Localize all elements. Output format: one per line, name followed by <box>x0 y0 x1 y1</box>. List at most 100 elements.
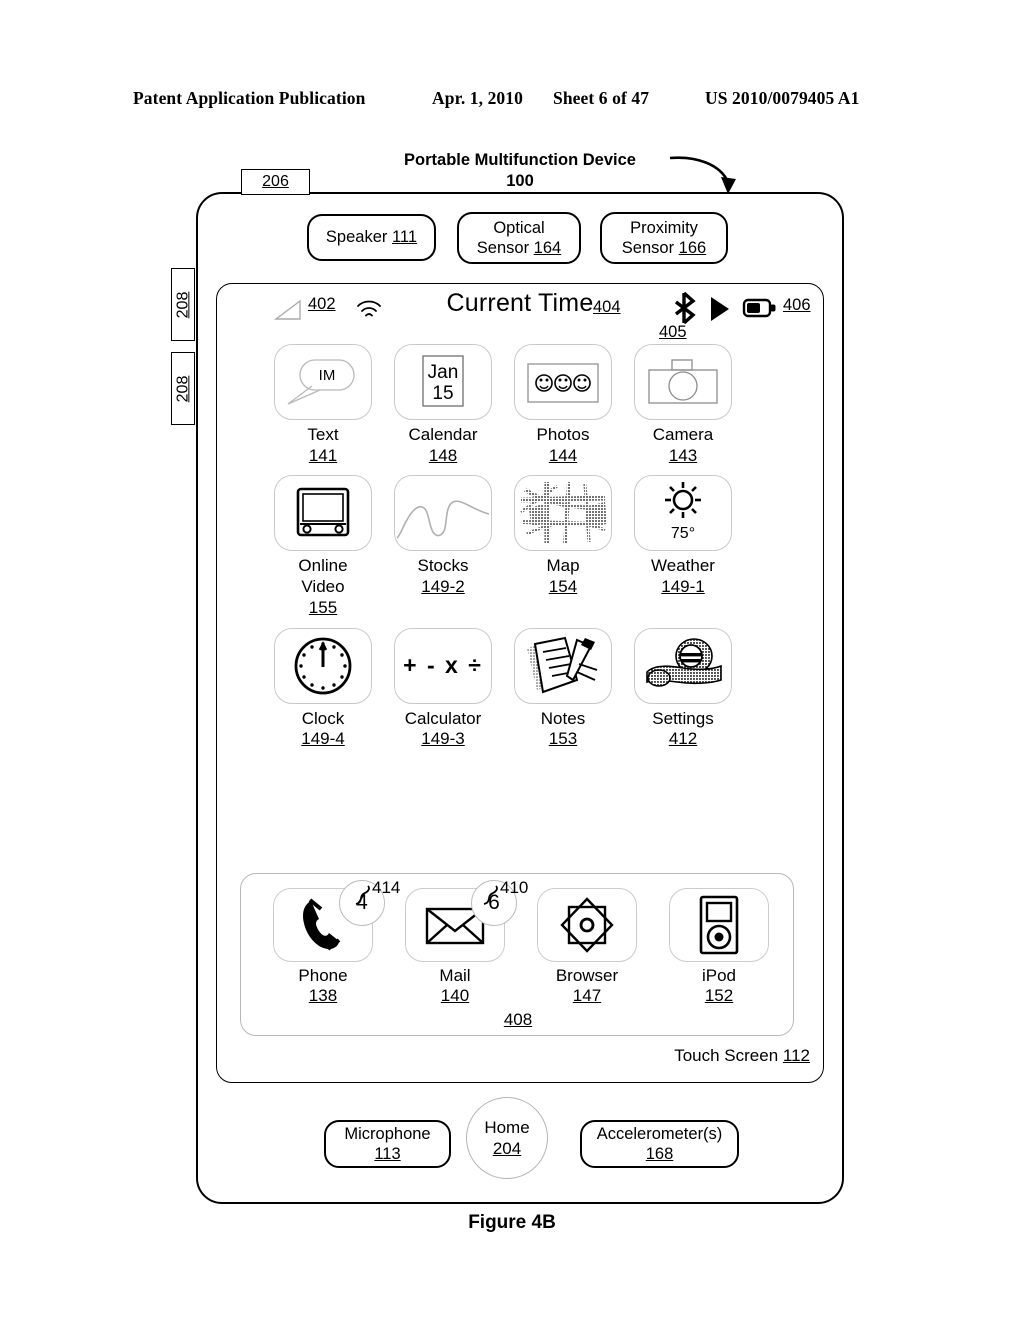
app-label-notes: Notes <box>540 708 586 728</box>
app-icon-weather[interactable]: 75° Weather 149-1 <box>624 475 742 618</box>
app-row-3: Clock 149-4 + - x ÷ Calculator 149-3 Not… <box>216 627 824 750</box>
app-row-1: IM Text 141 Jan 15 Calendar 148 Photos 1… <box>216 344 824 466</box>
dock-ref-408-label: 408 <box>503 1010 533 1029</box>
patent-date-label: Apr. 1, 2010 <box>432 88 523 108</box>
proximity-sensor-pill: Proximity Sensor 166 <box>600 212 728 264</box>
app-label-calendar: Calendar <box>408 425 478 444</box>
app-ref-photos: 144 <box>548 445 578 465</box>
speaker-label: Speaker <box>325 228 388 247</box>
app-row-2: Online Video 155 Stocks 149-2 Map 154 75… <box>216 475 824 618</box>
touch-screen-text: Touch Screen <box>674 1046 779 1065</box>
ref-box-208-top: 208 <box>171 268 195 341</box>
calculator-icon[interactable]: + - x ÷ <box>394 627 492 704</box>
app-icon-settings[interactable]: Settings 412 <box>624 627 742 750</box>
app-label-settings: Settings <box>652 708 714 728</box>
device-title-ref: 100 <box>506 172 534 191</box>
app-label-weather: Weather <box>651 556 715 576</box>
app-icon-online-video[interactable]: Online Video 155 <box>264 475 382 618</box>
touch-screen-ref: 112 <box>782 1046 810 1065</box>
badge-414-ref: 414 <box>372 878 401 897</box>
app-label-text: Text <box>307 425 339 444</box>
optical-sensor-pill: Optical Sensor 164 <box>457 212 581 264</box>
home-button-label: Home <box>484 1117 530 1137</box>
stocks-icon[interactable] <box>394 475 492 552</box>
touch-screen-label: Touch Screen 112 <box>600 1046 810 1066</box>
dock-ref-browser: 147 <box>572 986 602 1006</box>
proximity-sensor-ref: 166 <box>678 239 707 257</box>
ref-206-label: 206 <box>262 173 289 190</box>
bluetooth-icon <box>671 291 697 325</box>
device-title-line1: Portable Multifunction Device <box>404 151 636 169</box>
notes-icon[interactable] <box>514 627 612 704</box>
clock-icon[interactable] <box>274 627 372 704</box>
home-button-ref: 204 <box>492 1139 522 1158</box>
ref-box-208-bottom: 208 <box>171 352 195 425</box>
ref-208-top-label: 208 <box>174 291 192 318</box>
app-ref-weather: 149-1 <box>661 577 705 597</box>
browser-compass-icon[interactable] <box>537 888 637 962</box>
im-bubble-icon[interactable]: IM <box>274 344 372 420</box>
settings-tools-icon[interactable] <box>634 627 732 704</box>
weather-sun-icon[interactable]: 75° <box>634 475 732 552</box>
app-label-online-video-2: Video <box>301 577 345 597</box>
bluetooth-ref-405: 405 <box>659 323 687 341</box>
app-icon-text[interactable]: IM Text 141 <box>264 344 382 466</box>
optical-sensor-ref: 164 <box>533 239 562 257</box>
photos-icon[interactable] <box>514 344 612 420</box>
svg-text:15: 15 <box>432 383 453 404</box>
svg-text:Jan: Jan <box>428 362 459 383</box>
app-icon-map[interactable]: Map 154 <box>504 475 622 618</box>
app-ref-map: 154 <box>548 577 578 597</box>
camera-icon[interactable] <box>634 344 732 420</box>
dock-item-ipod[interactable]: iPod 152 <box>653 888 785 1007</box>
microphone-pill: Microphone 113 <box>324 1120 451 1168</box>
app-icon-clock[interactable]: Clock 149-4 <box>264 627 382 750</box>
current-time-ref-404: 404 <box>593 298 621 316</box>
app-icon-notes[interactable]: Notes 153 <box>504 627 622 750</box>
device-title: Portable Multifunction Device 100 <box>330 150 710 192</box>
app-icon-camera[interactable]: Camera 143 <box>624 344 742 466</box>
app-icon-stocks[interactable]: Stocks 149-2 <box>384 475 502 618</box>
dock-label-ipod: iPod <box>701 966 737 985</box>
map-icon[interactable] <box>514 475 612 552</box>
dock-ref-phone: 138 <box>308 986 338 1006</box>
optical-sensor-line2: Sensor <box>476 239 530 257</box>
app-ref-calculator: 149-3 <box>421 729 465 749</box>
calculator-glyph: + - x ÷ <box>403 652 483 679</box>
patent-publication-label: Patent Application Publication <box>133 88 366 108</box>
app-ref-camera: 143 <box>668 445 698 465</box>
ipod-icon[interactable] <box>669 888 769 962</box>
patent-sheet-label: Sheet 6 of 47 <box>553 88 650 108</box>
speaker-pill: Speaker 111 <box>307 214 436 261</box>
battery-ref-406: 406 <box>783 296 811 314</box>
app-icon-calendar[interactable]: Jan 15 Calendar 148 <box>384 344 502 466</box>
current-time-label: Current Time <box>446 289 594 317</box>
dock-label-phone: Phone <box>298 966 348 985</box>
dock-ref-ipod: 152 <box>704 986 734 1006</box>
app-label-clock: Clock <box>301 708 345 728</box>
speaker-ref: 111 <box>391 228 418 247</box>
app-icon-calculator[interactable]: + - x ÷ Calculator 149-3 <box>384 627 502 750</box>
app-label-photos: Photos <box>536 425 590 444</box>
app-ref-calendar: 148 <box>428 445 458 465</box>
home-button[interactable]: Home 204 <box>466 1097 548 1179</box>
proximity-sensor-line2: Sensor <box>621 239 675 257</box>
figure-caption: Figure 4B <box>468 1212 556 1233</box>
ref-box-206: 206 <box>241 169 310 195</box>
badge-410-ref: 410 <box>500 878 529 897</box>
calendar-icon[interactable]: Jan 15 <box>394 344 492 420</box>
dock-label-mail: Mail <box>439 966 471 985</box>
online-video-icon[interactable] <box>274 475 372 552</box>
dock-ref-408: 408 <box>241 1010 795 1030</box>
app-ref-notes: 153 <box>548 729 578 749</box>
accelerometer-ref: 168 <box>645 1145 674 1163</box>
accelerometer-label: Accelerometer(s) <box>596 1124 723 1143</box>
microphone-label: Microphone <box>344 1124 431 1143</box>
svg-text:IM: IM <box>319 367 336 384</box>
dock-ref-mail: 140 <box>440 986 470 1006</box>
app-icon-photos[interactable]: Photos 144 <box>504 344 622 466</box>
proximity-sensor-line1: Proximity <box>630 218 698 237</box>
accelerometer-pill: Accelerometer(s) 168 <box>580 1120 739 1168</box>
patent-number-label: US 2010/0079405 A1 <box>705 88 860 108</box>
dock-item-browser[interactable]: Browser 147 <box>521 888 653 1007</box>
